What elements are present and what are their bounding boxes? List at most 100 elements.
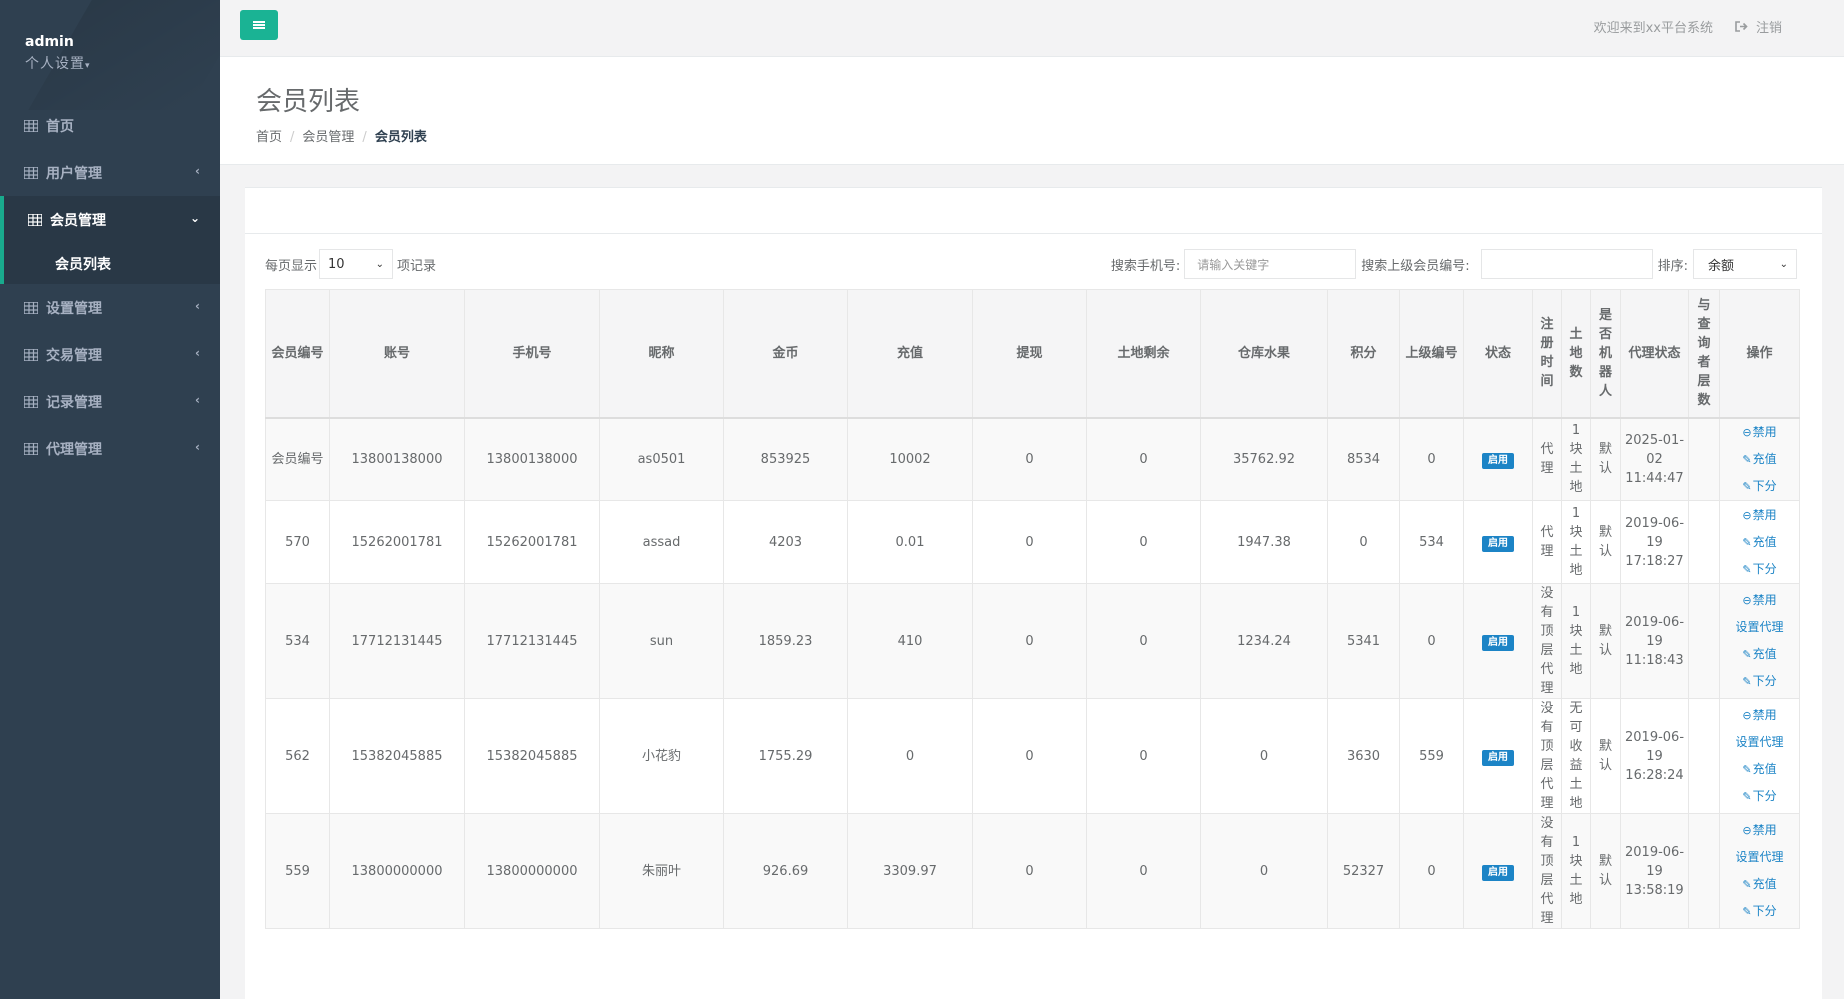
breadcrumb-members[interactable]: 会员管理 [302,130,354,145]
sidebar-item-agents[interactable]: 代理管理 ‹ [0,425,220,472]
cell-member-id: 570 [265,500,330,584]
search-parent-label: 搜索上级会员编号: [1361,258,1470,274]
cell-register-time: 没有顶层代理 [1532,698,1562,814]
recharge-button[interactable]: ✎充值 [1724,529,1795,556]
recharge-button[interactable]: ✎充值 [1724,446,1795,473]
col-nickname[interactable]: 昵称 [599,289,724,419]
set-agent-button[interactable]: 设置代理 [1724,844,1795,871]
col-recharge[interactable]: 充值 [847,289,973,419]
cell-level-distance [1688,583,1720,699]
edit-icon: ✎ [1742,452,1752,466]
deduct-button[interactable]: ✎下分 [1724,783,1795,810]
caret-down-icon: ▾ [85,61,91,71]
disable-button[interactable]: ⊖禁用 [1724,419,1795,446]
cell-land-remaining: 0 [1086,698,1201,814]
cell-gold: 1859.23 [723,583,848,699]
cell-account: 15382045885 [329,698,465,814]
deduct-button[interactable]: ✎下分 [1724,473,1795,500]
col-warehouse-fruit[interactable]: 仓库水果 [1200,289,1328,419]
col-agent-status[interactable]: 代理状态 [1620,289,1689,419]
search-phone-input[interactable]: 请输入关键字 [1184,249,1357,279]
deduct-button[interactable]: ✎下分 [1724,668,1795,695]
cell-gold: 1755.29 [723,698,848,814]
col-level-distance[interactable]: 与查询者层数 [1688,289,1720,419]
cell-points: 0 [1327,500,1400,584]
set-agent-button[interactable]: 设置代理 [1724,729,1795,756]
status-badge[interactable]: 启用 [1482,749,1514,766]
deduct-button[interactable]: ✎下分 [1724,556,1795,583]
sidebar-item-label: 用户管理 [46,165,102,182]
col-account[interactable]: 账号 [329,289,465,419]
sort-select[interactable]: 余额 ⌄ [1693,249,1797,279]
sidebar-subitem-member-list[interactable]: 会员列表 [0,243,220,284]
cell-status: 启用 [1463,698,1533,814]
status-badge[interactable]: 启用 [1482,634,1514,651]
disable-button[interactable]: ⊖禁用 [1724,702,1795,729]
cell-is-robot: 默认 [1590,813,1621,929]
chevron-left-icon: ‹ [195,393,200,407]
breadcrumb-home[interactable]: 首页 [256,130,282,145]
col-status[interactable]: 状态 [1463,289,1533,419]
edit-icon: ✎ [1742,562,1752,576]
table-icon [24,348,38,361]
col-phone[interactable]: 手机号 [464,289,600,419]
status-badge[interactable]: 启用 [1482,452,1514,469]
username: admin [25,34,74,50]
sidebar-item-home[interactable]: 首页 [0,102,220,149]
sidebar-item-settings[interactable]: 设置管理 ‹ [0,284,220,331]
disable-button[interactable]: ⊖禁用 [1724,502,1795,529]
edit-icon: ✎ [1742,905,1752,918]
welcome-text: 欢迎来到xx平台系统 [1593,21,1713,36]
cell-account: 13800000000 [329,813,465,929]
col-land-count[interactable]: 土地数 [1561,289,1591,419]
page-length-select[interactable]: 10 ⌄ [319,249,394,279]
recharge-button[interactable]: ✎充值 [1724,871,1795,898]
col-is-robot[interactable]: 是否机器人 [1590,289,1621,419]
col-parent-id[interactable]: 上级编号 [1399,289,1464,419]
cell-points: 5341 [1327,583,1400,699]
cell-member-id: 会员编号 [265,417,330,501]
table-row: 559 13800000000 13800000000 朱丽叶 926.69 3… [265,813,1800,929]
sidebar: admin 个人设置▾ 首页 用户管理 ‹ 会员管理 ⌄ 会员列表 设置管理 ‹… [0,0,220,999]
cell-points: 3630 [1327,698,1400,814]
status-badge[interactable]: 启用 [1482,535,1514,552]
cell-is-robot: 默认 [1590,583,1621,699]
cell-is-robot: 默认 [1590,417,1621,501]
col-register-time[interactable]: 注册时间 [1532,289,1562,419]
chevron-left-icon: ‹ [195,440,200,454]
sidebar-item-members[interactable]: 会员管理 ⌄ [0,196,220,243]
chevron-down-icon: ⌄ [189,211,200,225]
deduct-button[interactable]: ✎下分 [1724,898,1795,925]
col-gold[interactable]: 金币 [723,289,848,419]
edit-icon: ✎ [1742,675,1752,688]
status-badge[interactable]: 启用 [1482,864,1514,881]
cell-nickname: sun [599,583,724,699]
cell-agent-status: 2019-06-19 17:18:27 [1620,500,1689,584]
profile-settings-dropdown[interactable]: 个人设置▾ [25,53,220,73]
disable-button[interactable]: ⊖禁用 [1724,817,1795,844]
sidebar-item-users[interactable]: 用户管理 ‹ [0,149,220,196]
cell-nickname: assad [599,500,724,584]
recharge-button[interactable]: ✎充值 [1724,756,1795,783]
sidebar-item-label: 设置管理 [46,300,102,317]
edit-icon: ✎ [1742,479,1752,493]
sidebar-item-label: 记录管理 [46,394,102,411]
col-member-id[interactable]: 会员编号 [265,289,330,419]
cell-register-time: 代理 [1532,500,1562,584]
cell-parent-id: 0 [1399,417,1464,501]
disable-button[interactable]: ⊖禁用 [1724,587,1795,614]
search-parent-input[interactable] [1480,249,1653,279]
cell-status: 启用 [1463,583,1533,699]
col-withdraw[interactable]: 提现 [972,289,1087,419]
recharge-button[interactable]: ✎充值 [1724,641,1795,668]
menu-toggle-button[interactable] [240,10,278,40]
set-agent-button[interactable]: 设置代理 [1724,614,1795,641]
sidebar-item-trades[interactable]: 交易管理 ‹ [0,331,220,378]
chevron-left-icon: ‹ [195,164,200,178]
cell-parent-id: 534 [1399,500,1464,584]
logout-link[interactable]: 注销 [1735,17,1782,36]
col-land-remaining[interactable]: 土地剩余 [1086,289,1201,419]
col-points[interactable]: 积分 [1327,289,1400,419]
cell-points: 8534 [1327,417,1400,501]
sidebar-item-records[interactable]: 记录管理 ‹ [0,378,220,425]
